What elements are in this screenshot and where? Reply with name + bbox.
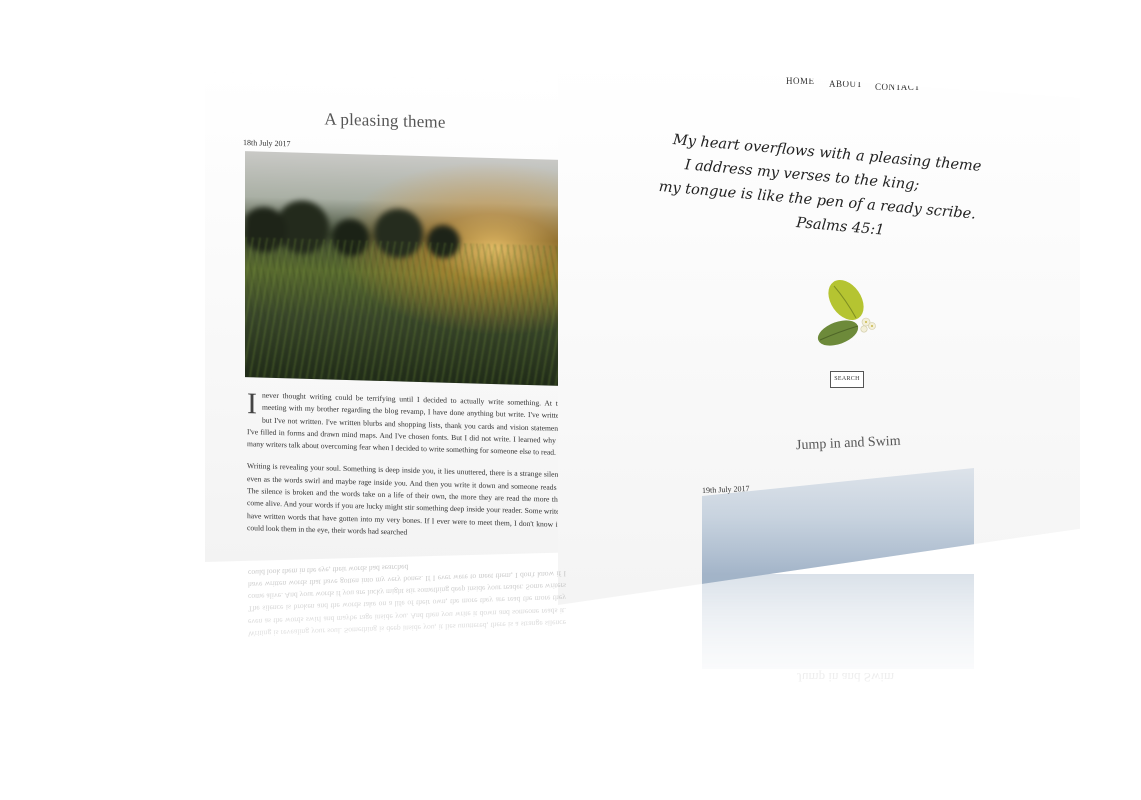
header-quote: My heart overflows with a pleasing theme… [658,128,1013,253]
post-paragraph: Writing is revealing your soul. Somethin… [247,461,565,537]
leaf-logo-icon [817,280,876,346]
home-page-panel: HOME ABOUT CONTACT My heart overflows wi… [558,60,1080,605]
left-page-reflection: Writing is revealing your soul. Somethin… [248,560,566,725]
post-date: 18th July 2017 [243,138,291,149]
reflected-text: Writing is revealing your soul. Somethin… [248,562,566,639]
post-title[interactable]: A pleasing theme [205,106,565,136]
reflected-image [702,574,974,669]
image-grass [245,237,565,386]
nav-home-link[interactable]: HOME [786,76,815,86]
mockup-stage: A pleasing theme 18th July 2017 I never … [0,0,1141,800]
right-page-reflection: Jump in and Swim [702,574,974,724]
nav-contact-link[interactable]: CONTACT [875,82,920,92]
post-page-panel: A pleasing theme 18th July 2017 I never … [205,72,565,572]
post-title[interactable]: Jump in and Swim [796,434,901,455]
nav-about-link[interactable]: ABOUT [829,79,863,89]
post-body: I never thought writing could be terrify… [247,389,565,553]
paragraph-text: never thought writing could be terrifyin… [247,390,565,457]
post-featured-image [245,151,565,386]
leaf-dark-icon [817,320,859,346]
search-button[interactable]: SEARCH [830,371,864,388]
post-paragraph: I never thought writing could be terrify… [247,389,565,459]
drop-cap: I [247,387,257,421]
reflected-title: Jump in and Swim [797,670,895,685]
